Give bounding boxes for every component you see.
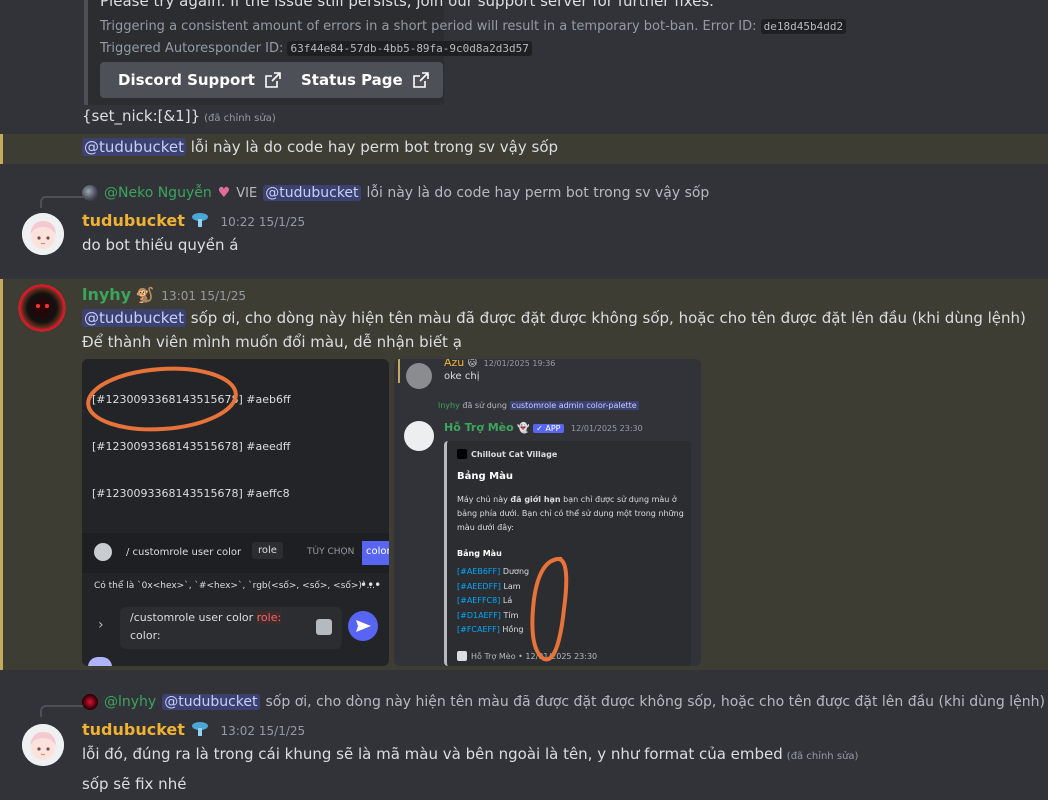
option-color[interactable]: color: [362, 541, 389, 565]
emoji-picker-icon[interactable]: [316, 619, 332, 635]
more-icon[interactable]: •••: [360, 578, 381, 592]
reply-author[interactable]: @lnyhy: [104, 694, 156, 710]
attachment-image-left[interactable]: [#1230093368143515678] #aeb6ff [#1230093…: [82, 359, 389, 666]
message-text: lỗi này là do code hay perm bot trong sv…: [190, 138, 559, 156]
monkey-icon: 🐒: [135, 286, 155, 304]
message-text: sốp ơi, cho dòng này hiện tên màu đã đượ…: [190, 309, 1026, 327]
mention-tudubucket[interactable]: @tudubucket: [263, 185, 361, 201]
mention-tudubucket[interactable]: @tudubucket: [162, 694, 260, 710]
command-input[interactable]: /customrole user color role: color:: [120, 607, 342, 649]
embed-autoresponder-text: Triggered Autoresponder ID:: [100, 41, 284, 56]
input-color: color:: [130, 629, 161, 642]
message-text-line2: sốp sẽ fix nhé: [82, 775, 187, 793]
timestamp: 13:01 15/1/25: [161, 289, 247, 303]
option-custom: TÙY CHỌN: [307, 547, 355, 557]
reply-text: sốp ơi, cho dòng này hiện tên màu đã đượ…: [265, 694, 1045, 710]
hint-text: Có thể là `0x<hex>`, `#<hex>`, `rgb(<số>…: [94, 581, 376, 591]
timestamp: 13:02 15/1/25: [220, 724, 306, 738]
user-avatar: [88, 657, 112, 666]
embed-message: Please try again. If the issue still per…: [100, 0, 714, 10]
message-header: tudubucket 13:02 15/1/25: [82, 720, 305, 739]
discord-support-button[interactable]: Discord Support: [100, 62, 295, 98]
anime-girl-icon: [22, 213, 64, 255]
chevron-right-icon[interactable]: ›: [98, 617, 104, 633]
author-name[interactable]: tudubucket: [82, 211, 185, 230]
reply-tag: VIE: [236, 185, 258, 201]
error-id: de18d45b4dd2: [760, 19, 847, 34]
author-name[interactable]: lnyhy: [82, 285, 131, 304]
option-role[interactable]: role: [252, 542, 283, 559]
message-header: tudubucket 10:22 15/1/25: [82, 211, 305, 230]
reply-spine: [40, 705, 84, 717]
status-page-label: Status Page: [301, 71, 403, 89]
status-page-button[interactable]: Status Page: [283, 62, 443, 98]
input-role: role:: [256, 611, 282, 624]
mention-tudubucket[interactable]: @tudubucket: [82, 138, 186, 156]
external-link-icon: [412, 72, 429, 88]
heart-icon: ♥: [217, 185, 231, 201]
edited-label: (đã chỉnh sửa): [204, 113, 276, 124]
autoresponder-id: 63f44e84-57db-4bb5-89fa-9c0d8a2d3d57: [287, 41, 532, 56]
message-text: do bot thiếu quyền á: [82, 236, 239, 254]
embed-error-line: Triggering a consistent amount of errors…: [100, 19, 847, 34]
input-command: /customrole user color: [130, 611, 254, 624]
reply-preview[interactable]: @lnyhy @tudubucket sốp ơi, cho dòng này …: [82, 693, 1048, 711]
reply-preview[interactable]: @Neko Nguyễn ♥ VIE @tudubucket lỗi này l…: [82, 185, 709, 201]
reply-spine: [40, 196, 84, 208]
message-text-line1: @tudubucket sốp ơi, cho dòng này hiện tê…: [82, 309, 1026, 327]
annotation-circle: [86, 366, 238, 432]
send-button[interactable]: [348, 611, 378, 641]
dark-avatar-icon: [18, 284, 66, 332]
message-text-line2: Để thành viên mình muốn đổi màu, dễ nhận…: [82, 333, 462, 351]
mention-tudubucket[interactable]: @tudubucket: [82, 309, 186, 327]
bot-role-icon: [190, 720, 210, 738]
tudubucket-avatar[interactable]: [22, 213, 64, 255]
timestamp: 10:22 15/1/25: [220, 215, 306, 229]
annotation-circle: [530, 556, 569, 662]
embed-autoresponder-line: Triggered Autoresponder ID: 63f44e84-57d…: [100, 41, 532, 56]
embed-error-text: Triggering a consistent amount of errors…: [100, 19, 757, 34]
message-text-line1: lỗi đó, đúng ra là trong cái khung sẽ là…: [82, 745, 858, 763]
attachment-image-right[interactable]: Azu 🐱 12/01/2025 19:36 oke chị lnyhy đã …: [394, 359, 701, 666]
setnick-text: {set_nick:[&1]}: [82, 107, 201, 125]
lnyhy-avatar[interactable]: [18, 284, 66, 332]
reply-avatar: [82, 185, 98, 201]
external-link-icon: [265, 72, 281, 88]
highlighted-message-text: @tudubucket lỗi này là do code hay perm …: [82, 138, 558, 156]
command-bar: / customrole user color role TÙY CHỌN co…: [82, 533, 389, 573]
reply-text: lỗi này là do code hay perm bot trong sv…: [366, 185, 710, 201]
edited-label: (đã chỉnh sửa): [786, 751, 859, 762]
anime-girl-icon: [22, 724, 64, 766]
color-row: [#1230093368143515678] #aeffc8: [92, 487, 290, 500]
bot-avatar-icon: [94, 543, 112, 561]
reply-avatar: [82, 694, 98, 710]
tudubucket-avatar[interactable]: [22, 724, 64, 766]
send-icon: [356, 620, 371, 632]
bot-role-icon: [190, 211, 210, 229]
command-name: / customrole user color: [126, 547, 242, 558]
message-header: lnyhy 🐒 13:01 15/1/25: [82, 285, 246, 304]
message-text: lỗi đó, đúng ra là trong cái khung sẽ là…: [82, 745, 783, 763]
author-name[interactable]: tudubucket: [82, 720, 185, 739]
setnick-message: {set_nick:[&1]} (đã chỉnh sửa): [82, 107, 276, 125]
reply-author[interactable]: @Neko Nguyễn: [104, 185, 212, 201]
discord-support-label: Discord Support: [118, 71, 255, 89]
